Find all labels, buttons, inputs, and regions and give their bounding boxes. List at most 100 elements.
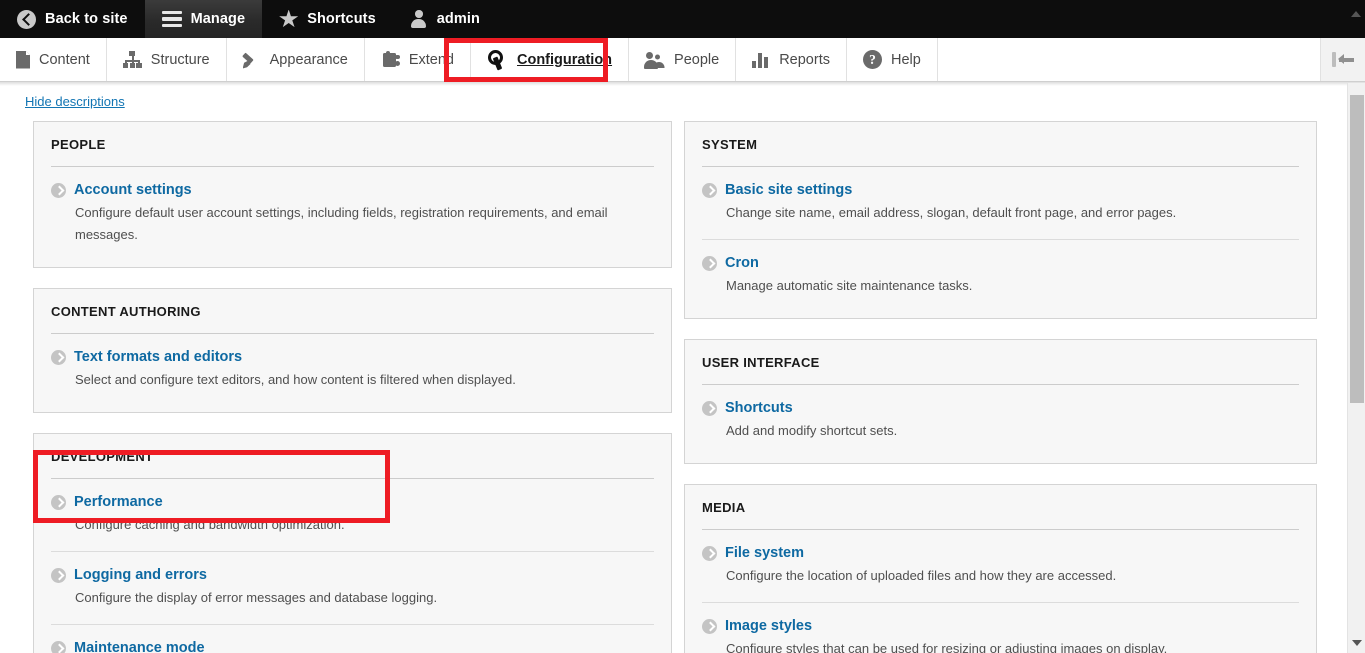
panel-system: SYSTEM Basic site settings Change site n… [684,121,1317,319]
left-column: PEOPLE Account settings Configure defaul… [33,121,672,653]
entry-head: Logging and errors [51,566,654,584]
configuration-page: Hide descriptions PEOPLE Account setting… [0,83,1347,653]
panel-title: USER INTERFACE [702,340,1299,385]
user-person-icon [410,10,428,28]
chevron-right-icon [51,183,66,198]
config-link[interactable]: Account settings [74,181,192,199]
triangle-down-icon [1352,640,1362,646]
chevron-right-icon [51,495,66,510]
chevron-right-icon [702,401,717,416]
scrollbar-down-arrow[interactable] [1348,635,1365,651]
admin-menu-tabs: Content Structure Appearance Extend Conf… [0,38,1365,86]
panel-title: SYSTEM [702,122,1299,167]
config-description: Configure the display of error messages … [75,590,438,605]
sitemap-icon [122,51,142,68]
tab-label: Help [890,51,921,68]
panel-title: CONTENT AUTHORING [51,289,654,334]
admin-item-label: Manage [190,11,246,27]
chevron-right-icon [702,256,717,271]
chevron-right-icon [51,641,66,653]
config-entry-image-styles: Image styles Configure styles that can b… [702,603,1299,653]
tab-configuration[interactable]: Configuration [471,38,630,81]
config-description: Configure styles that can be used for re… [726,641,1168,653]
panel-title: DEVELOPMENT [51,434,654,479]
config-link[interactable]: Image styles [725,617,812,635]
scrollbar-thumb[interactable] [1350,95,1364,403]
tab-label: Extend [408,51,454,68]
admin-item-label: admin [436,11,480,27]
config-link[interactable]: Performance [74,493,163,511]
admin-item-back-to-site[interactable]: Back to site [0,0,145,38]
config-entry-account-settings: Account settings Configure default user … [51,167,654,261]
admin-item-shortcuts[interactable]: Shortcuts [262,0,393,38]
chevron-right-icon [51,350,66,365]
config-entry-basic-site-settings: Basic site settings Change site name, em… [702,167,1299,240]
admin-item-manage[interactable]: Manage [144,0,263,38]
chevron-right-icon [51,568,66,583]
puzzle-piece-icon [381,51,400,68]
config-entry-maintenance-mode: Maintenance mode Take the site offline f… [51,625,654,653]
page-vertical-scrollbar[interactable] [1347,83,1365,653]
panel-title: MEDIA [702,485,1299,530]
tab-label: Structure [150,51,210,68]
config-link[interactable]: File system [725,544,804,562]
config-description: Change site name, email address, slogan,… [726,205,1177,220]
tab-reports[interactable]: Reports [736,38,847,81]
scrollbar-up-arrow[interactable] [1347,6,1365,22]
config-description: Select and configure text editors, and h… [75,372,516,387]
page-icon [16,50,30,69]
tab-help[interactable]: ? Help [847,38,938,81]
config-entry-text-formats-and-editors: Text formats and editors Select and conf… [51,334,654,406]
panel-title: PEOPLE [51,122,654,167]
collapse-toolbar-button[interactable] [1321,38,1365,81]
entry-head: Image styles [702,617,1299,635]
chevron-right-icon [702,546,717,561]
config-description: Configure default user account settings,… [75,205,608,242]
entry-head: Performance [51,493,654,511]
config-link[interactable]: Maintenance mode [74,639,205,653]
tab-appearance[interactable]: Appearance [227,38,365,81]
config-link[interactable]: Text formats and editors [74,348,242,366]
config-entry-performance: Performance Configure caching and bandwi… [51,479,654,552]
triangle-up-icon [1351,11,1361,17]
entry-head: Basic site settings [702,181,1299,199]
config-description: Add and modify shortcut sets. [726,423,898,438]
admin-toolbar: Back to site Manage Shortcuts admin [0,0,1365,38]
admin-item-label: Back to site [45,11,128,27]
tab-structure[interactable]: Structure [107,38,227,81]
hide-descriptions-link[interactable]: Hide descriptions [25,94,125,109]
config-entry-shortcuts: Shortcuts Add and modify shortcut sets. [702,385,1299,457]
entry-head: Maintenance mode [51,639,654,653]
tab-extend[interactable]: Extend [365,38,471,81]
config-description: Configure the location of uploaded files… [726,568,1117,583]
collapse-toolbar-icon [1331,51,1355,68]
wrench-icon [487,50,508,70]
entry-head: Account settings [51,181,654,199]
tab-bar-spacer [938,38,1321,81]
config-description: Manage automatic site maintenance tasks. [726,278,973,293]
entry-head: Shortcuts [702,399,1299,417]
admin-item-label: Shortcuts [307,11,376,27]
question-mark-icon: ? [862,50,882,69]
hamburger-menu-icon [161,11,182,27]
config-entry-cron: Cron Manage automatic site maintenance t… [702,240,1299,312]
tab-label: People [674,51,720,68]
config-link[interactable]: Basic site settings [725,181,852,199]
bar-chart-icon [752,51,770,68]
panel-media: MEDIA File system Configure the location… [684,484,1317,653]
panel-development: DEVELOPMENT Performance Configure cachin… [33,433,672,653]
admin-item-user-account[interactable]: admin [393,0,497,38]
tab-label: Configuration [517,51,613,68]
config-link[interactable]: Shortcuts [725,399,793,417]
tab-content[interactable]: Content [0,38,107,81]
entry-head: Text formats and editors [51,348,654,366]
tab-people[interactable]: People [629,38,737,81]
config-link[interactable]: Cron [725,254,759,272]
star-icon [279,9,299,28]
chevron-right-icon [702,183,717,198]
panel-content-authoring: CONTENT AUTHORING Text formats and edito… [33,288,672,413]
panel-user-interface: USER INTERFACE Shortcuts Add and modify … [684,339,1317,464]
tab-label: Appearance [269,51,348,68]
chevron-right-icon [702,619,717,634]
config-link[interactable]: Logging and errors [74,566,207,584]
